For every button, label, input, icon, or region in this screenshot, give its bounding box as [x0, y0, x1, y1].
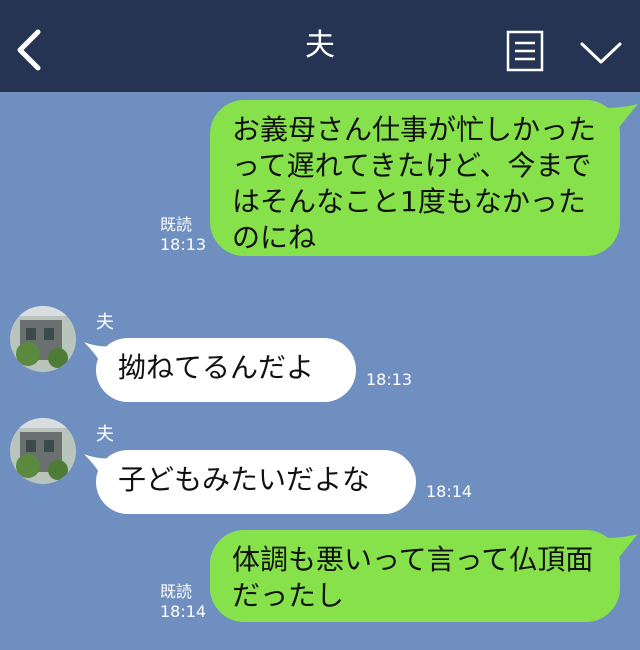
- message-text: 子どもみたいだよな: [118, 463, 371, 496]
- message-text: 拗ねてるんだよ: [118, 351, 315, 384]
- message-bubble[interactable]: 体調も悪いって言って仏頂面だったし: [210, 530, 620, 622]
- chevron-down-icon[interactable]: [578, 38, 624, 68]
- message-meta: 既読 18:14: [160, 582, 206, 622]
- message-text: 体調も悪いって言って仏頂面だったし: [232, 543, 594, 612]
- message-meta: 既読 18:13: [160, 215, 206, 255]
- message-time: 18:13: [160, 235, 207, 254]
- message-time: 18:14: [160, 602, 207, 621]
- sender-name: 夫: [96, 312, 114, 333]
- list-icon[interactable]: [506, 30, 544, 72]
- bubble-tail: [604, 534, 638, 564]
- bubble-tail: [604, 104, 638, 134]
- message-bubble[interactable]: 拗ねてるんだよ: [96, 338, 356, 402]
- message-time: 18:13: [366, 370, 413, 389]
- message-text: お義母さん仕事が忙しかったって遅れてきたけど、今まではそんなこと1度もなかったの…: [232, 113, 597, 254]
- message-bubble[interactable]: お義母さん仕事が忙しかったって遅れてきたけど、今まではそんなこと1度もなかったの…: [210, 100, 620, 256]
- read-receipt: 既読: [160, 582, 193, 601]
- chat-title: 夫: [305, 28, 335, 63]
- avatar[interactable]: [10, 306, 76, 372]
- avatar[interactable]: [10, 418, 76, 484]
- message-bubble[interactable]: 子どもみたいだよな: [96, 450, 416, 514]
- chat-header: 夫: [0, 0, 640, 92]
- sender-name: 夫: [96, 424, 114, 445]
- message-time: 18:14: [426, 482, 473, 501]
- read-receipt: 既読: [160, 215, 193, 234]
